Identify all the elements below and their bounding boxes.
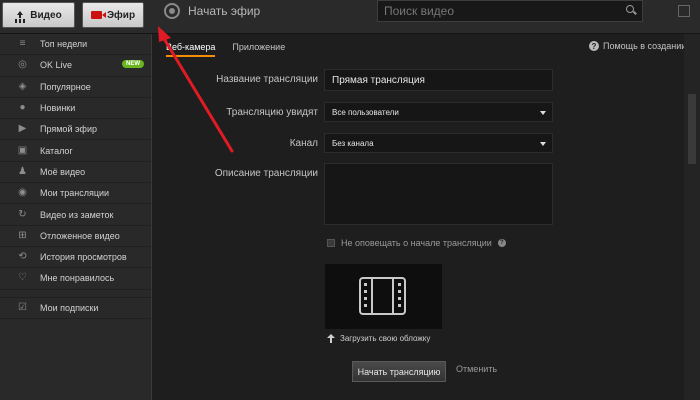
sidebar-item-label: Отложенное видео [40,230,120,241]
channel-select[interactable]: Без канала [324,133,553,153]
sidebar-item-live[interactable]: ▶ Прямой эфир [0,119,151,141]
sidebar-item-my-broadcasts[interactable]: ◉ Мои трансляции [0,183,151,205]
upload-cover-link[interactable]: Загрузить свою обложку [327,334,430,343]
start-broadcast-button[interactable]: Начать трансляцию [352,361,446,382]
sidebar-item-top-week[interactable]: ≡ Топ недели [0,34,151,56]
new-icon: ● [19,102,26,114]
sidebar-item-label: Мои трансляции [40,188,110,199]
name-value: Прямая трансляция [332,74,425,86]
list-icon: ≡ [19,38,26,50]
film-icon [359,277,406,315]
upload-icon [15,10,25,20]
sidebar-item-subscriptions[interactable]: ☑ Мои подписки [0,298,151,319]
audience-label: Трансляцию увидят [226,107,318,118]
upload-cover-label: Загрузить свою обложку [340,334,431,343]
page-title: Начать эфир [188,4,261,18]
sidebar-item-label: Моё видео [40,166,86,177]
top-bar: Видео Эфир Начать эфир Поиск видео [0,0,700,34]
name-label: Название трансляции [216,74,318,85]
help-link[interactable]: ? Помощь в создании [589,41,686,51]
cover-preview [325,264,442,329]
sidebar: ≡ Топ недели ◎ OK Live NEW ◈ Популярное … [0,34,152,400]
sidebar-item-label: Каталог [40,145,73,156]
sidebar-item-ok-live[interactable]: ◎ OK Live NEW [0,55,151,77]
deferred-icon: ⊞ [18,229,27,241]
help-icon: ? [589,41,599,51]
sidebar-item-label: Мои подписки [40,302,99,313]
sidebar-item-label: Видео из заметок [40,209,114,220]
channel-label: Канал [289,138,318,149]
help-label: Помощь в создании [603,41,687,51]
sidebar-item-label: Новинки [40,103,76,114]
camera-icon: ▶ [18,123,27,135]
source-tabs: Веб-камера Приложение [166,42,285,57]
user-icon: ♟ [18,165,27,177]
trending-icon: ◈ [18,80,27,92]
sidebar-item-label: Популярное [40,81,91,92]
sidebar-item-label: Мне понравилось [40,273,115,284]
ok-live-icon: ◎ [18,59,27,71]
live-button-label: Эфир [106,9,136,21]
broadcast-icon: ◉ [18,187,27,199]
sidebar-item-history[interactable]: ⟲ История просмотров [0,247,151,269]
upload-icon [327,334,335,343]
search-placeholder: Поиск видео [384,4,455,18]
sidebar-divider [0,290,151,298]
description-field[interactable] [324,163,553,225]
page-header: Начать эфир [164,0,260,22]
scrollbar[interactable] [684,34,700,400]
notify-label: Не оповещать о начале трансляции [341,238,492,248]
description-label: Описание трансляции [214,168,318,179]
sidebar-item-popular[interactable]: ◈ Популярное [0,77,151,98]
live-broadcast-icon [164,3,180,19]
camera-icon [90,11,106,19]
search-input[interactable]: Поиск видео [377,0,643,22]
sidebar-item-notes-video[interactable]: ↻ Видео из заметок [0,204,151,226]
sidebar-item-my-video[interactable]: ♟ Моё видео [0,162,151,184]
sidebar-item-new[interactable]: ● Новинки [0,98,151,120]
subscriptions-icon: ☑ [18,301,27,313]
sidebar-item-catalog[interactable]: ▣ Каталог [0,140,151,162]
sidebar-item-label: OK Live [40,60,73,71]
notify-checkbox[interactable] [327,239,335,247]
audience-select[interactable]: Все пользователи [324,102,553,122]
notify-option[interactable]: Не оповещать о начале трансляции ? [327,238,506,248]
video-button[interactable]: Видео [2,2,75,28]
cancel-link[interactable]: Отменить [456,364,497,374]
tab-webcam[interactable]: Веб-камера [166,42,216,57]
video-button-label: Видео [30,9,62,21]
window-icon[interactable] [678,5,690,17]
name-field[interactable]: Прямая трансляция [324,69,553,91]
audience-value: Все пользователи [332,107,399,117]
sidebar-item-deferred[interactable]: ⊞ Отложенное видео [0,226,151,247]
notes-icon: ↻ [18,208,27,220]
like-icon: ♡ [18,272,27,284]
new-badge: NEW [122,60,144,69]
chevron-down-icon [540,142,546,146]
channel-value: Без канала [332,138,374,148]
catalog-icon: ▣ [17,144,28,156]
history-icon: ⟲ [18,251,27,263]
tab-app[interactable]: Приложение [232,42,285,57]
chevron-down-icon [540,111,546,115]
sidebar-item-liked[interactable]: ♡ Мне понравилось [0,268,151,290]
question-icon[interactable]: ? [497,239,506,247]
sidebar-item-label: История просмотров [40,252,127,263]
live-button[interactable]: Эфир [82,2,144,28]
search-icon[interactable] [626,5,636,15]
sidebar-item-label: Топ недели [40,39,88,50]
scrollbar-thumb[interactable] [688,94,696,164]
sidebar-item-label: Прямой эфир [40,124,97,135]
